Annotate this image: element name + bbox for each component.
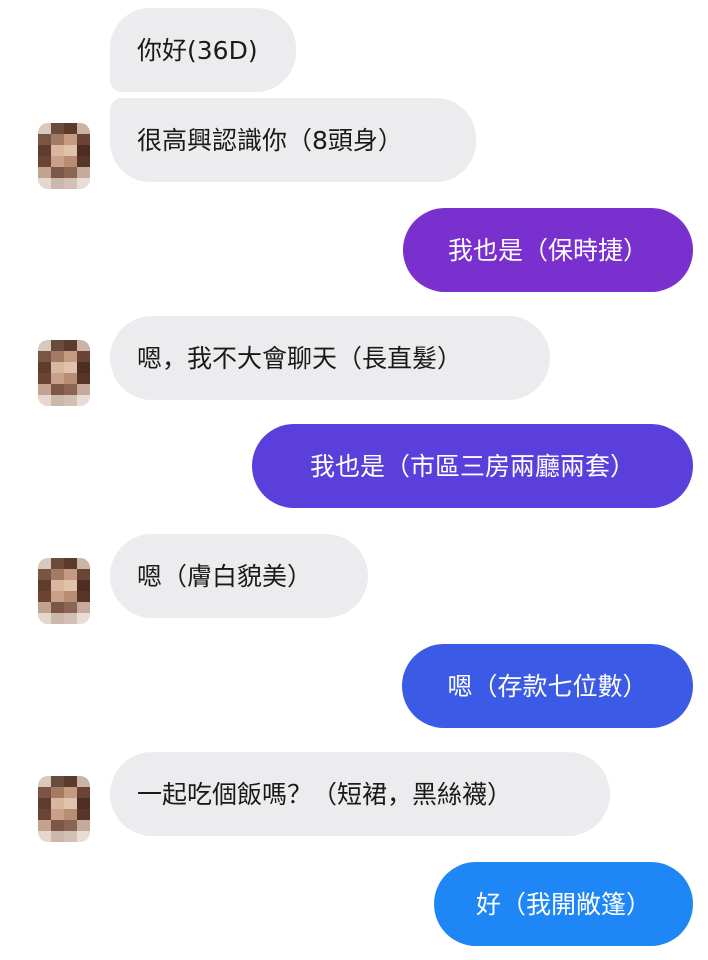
outgoing-message-bubble[interactable]: 我也是（市區三房兩廳兩套）: [252, 424, 693, 508]
incoming-message-bubble[interactable]: 很高興認識你（8頭身）: [110, 98, 476, 182]
message-text: 好（我開敞篷）: [475, 889, 651, 919]
contact-avatar[interactable]: [38, 558, 90, 624]
outgoing-message-bubble[interactable]: 嗯（存款七位數）: [402, 644, 693, 728]
message-text: 一起吃個飯嗎？（短裙，黑絲襪）: [137, 779, 513, 809]
incoming-message-bubble[interactable]: 你好(36D): [110, 8, 296, 92]
message-text: 嗯（存款七位數）: [447, 671, 648, 701]
message-text: 我也是（市區三房兩廳兩套）: [309, 451, 635, 481]
incoming-message-bubble[interactable]: 嗯，我不大會聊天（長直髮）: [110, 316, 550, 400]
contact-avatar[interactable]: [38, 123, 90, 189]
contact-avatar[interactable]: [38, 776, 90, 842]
message-text: 嗯（膚白貌美）: [137, 561, 313, 591]
message-text: 你好(36D): [137, 35, 258, 65]
incoming-message-bubble[interactable]: 嗯（膚白貌美）: [110, 534, 368, 618]
outgoing-message-bubble[interactable]: 好（我開敞篷）: [434, 862, 693, 946]
message-text: 嗯，我不大會聊天（長直髮）: [137, 343, 463, 373]
outgoing-message-bubble[interactable]: 我也是（保時捷）: [403, 208, 693, 292]
message-text: 很高興認識你（8頭身）: [137, 125, 403, 155]
contact-avatar[interactable]: [38, 340, 90, 406]
incoming-message-bubble[interactable]: 一起吃個飯嗎？（短裙，黑絲襪）: [110, 752, 610, 836]
message-text: 我也是（保時捷）: [447, 235, 648, 265]
chat-thread: @加藤軍 @加藤軍 你好(36D) 很高興認識你（8頭身） 我也是（保時捷） 嗯…: [0, 0, 708, 960]
